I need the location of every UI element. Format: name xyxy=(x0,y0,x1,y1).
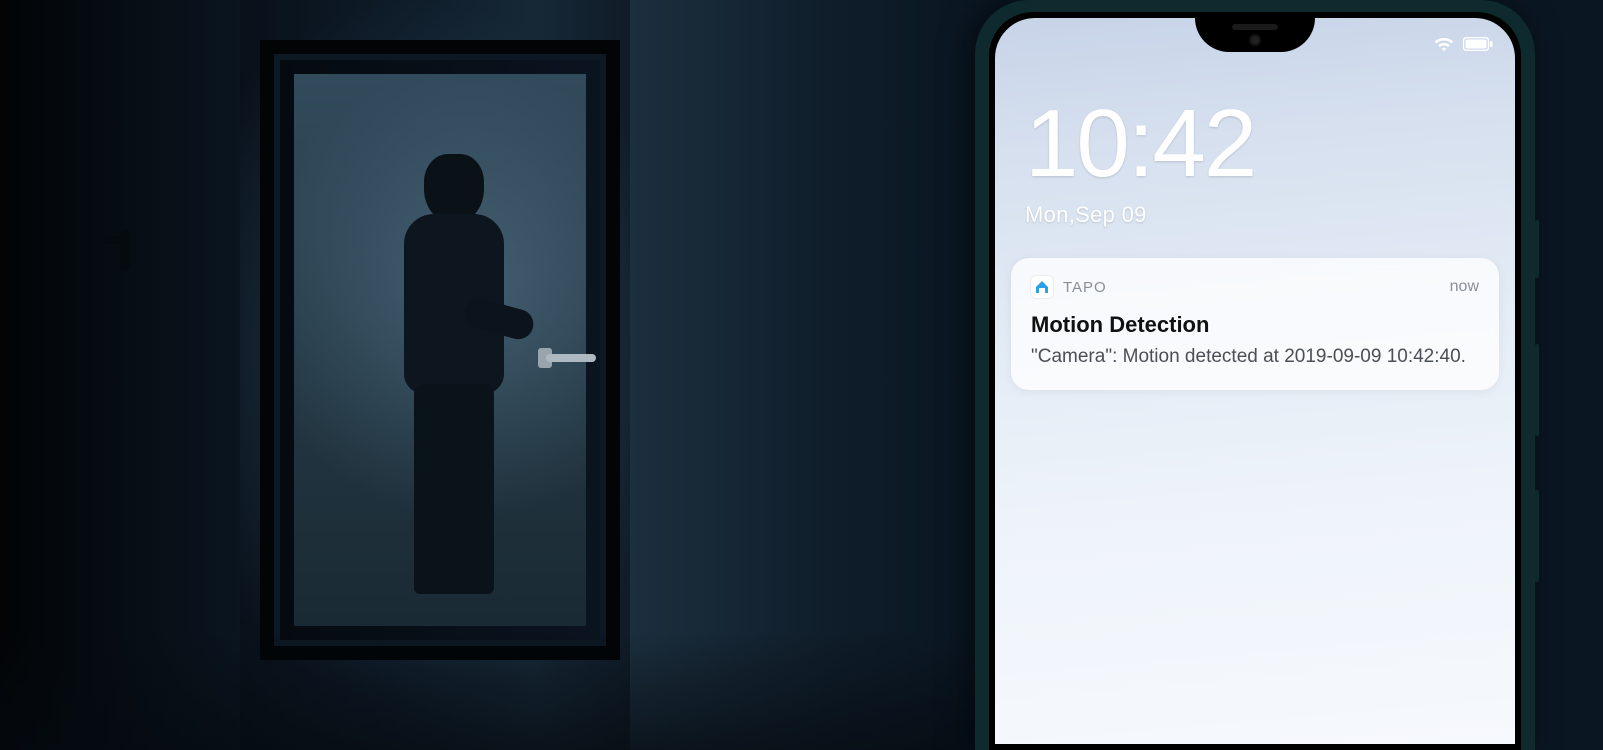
door-handle xyxy=(546,354,596,362)
floor-shadow xyxy=(0,630,975,750)
notification-title: Motion Detection xyxy=(1031,312,1479,338)
notification-timestamp: now xyxy=(1450,278,1479,296)
door-frame xyxy=(260,40,620,660)
phone-screen: 10:42 Mon,Sep 09 TAPO now Motion Detecti… xyxy=(995,18,1515,744)
phone-speaker xyxy=(1232,24,1278,30)
tapo-app-icon xyxy=(1031,276,1053,298)
notification-body: "Camera": Motion detected at 2019-09-09 … xyxy=(1031,344,1479,370)
intruder-silhouette xyxy=(334,134,514,594)
lockscreen-date: Mon,Sep 09 xyxy=(1025,202,1255,228)
phone-bezel: 10:42 Mon,Sep 09 TAPO now Motion Detecti… xyxy=(989,12,1521,750)
phone-volume-down xyxy=(1535,490,1539,582)
notification-app-name: TAPO xyxy=(1063,279,1107,296)
left-door-handle xyxy=(120,230,130,270)
lockscreen-time: 10:42 xyxy=(1025,96,1255,192)
background-scene xyxy=(0,0,975,750)
phone-notch xyxy=(1195,18,1315,52)
notification-card[interactable]: TAPO now Motion Detection "Camera": Moti… xyxy=(1011,258,1499,390)
phone-front-camera xyxy=(1249,34,1261,46)
wifi-icon xyxy=(1433,36,1455,52)
door-glass xyxy=(294,74,586,626)
phone-frame: 10:42 Mon,Sep 09 TAPO now Motion Detecti… xyxy=(975,0,1535,750)
lockscreen-clock: 10:42 Mon,Sep 09 xyxy=(1025,96,1255,228)
notification-header: TAPO now xyxy=(1031,276,1479,298)
status-bar xyxy=(1433,36,1493,52)
phone-volume-up xyxy=(1535,344,1539,436)
phone-side-button xyxy=(1535,220,1539,278)
battery-icon xyxy=(1463,37,1493,51)
